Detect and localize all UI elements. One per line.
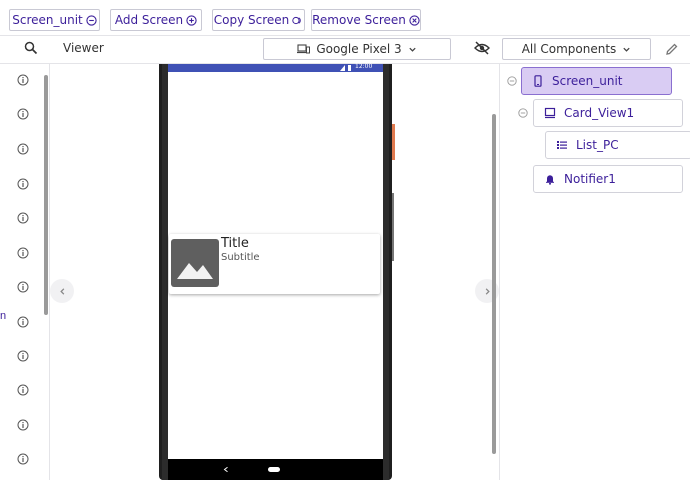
screen-select-label: Screen_unit	[12, 13, 83, 27]
tree-item-label: Screen_unit	[552, 74, 623, 88]
viewer-scrollbar[interactable]	[492, 114, 496, 454]
collapse-toggle-icon[interactable]	[507, 76, 517, 86]
search-icon[interactable]	[24, 41, 38, 55]
tree-item-list-pc[interactable]: List_PC	[545, 131, 690, 159]
status-time: 12:00	[355, 63, 373, 70]
tree-item-screen-unit[interactable]: Screen_unit	[521, 67, 672, 95]
palette-panel: n	[0, 64, 50, 480]
info-icon[interactable]	[17, 74, 29, 86]
palette-scrollbar[interactable]	[44, 75, 48, 315]
components-filter-label: All Components	[521, 42, 617, 56]
info-icon[interactable]	[17, 281, 29, 293]
tree-item-notifier[interactable]: Notifier1	[533, 165, 683, 193]
tree-item-label: Card_View1	[564, 106, 635, 120]
screen-select-button[interactable]: Screen_unit	[9, 9, 100, 31]
card-title: Title	[221, 236, 249, 251]
tree-item-card-view[interactable]: Card_View1	[533, 99, 683, 127]
visibility-off-icon[interactable]	[474, 40, 490, 56]
home-pill[interactable]	[268, 467, 280, 472]
info-icon[interactable]	[17, 212, 29, 224]
phone-power-button	[392, 124, 395, 160]
card-subtitle: Subtitle	[221, 252, 260, 263]
image-placeholder-icon	[177, 263, 213, 279]
info-icon[interactable]	[17, 247, 29, 259]
remove-screen-button[interactable]: Remove Screen	[311, 9, 421, 31]
remove-screen-label: Remove Screen	[312, 13, 406, 27]
remove-circle-icon	[409, 14, 420, 26]
card-image	[171, 239, 219, 287]
info-icon[interactable]	[17, 419, 29, 431]
tree-item-label: List_PC	[576, 138, 619, 152]
info-icon[interactable]	[17, 384, 29, 396]
copy-icon	[292, 16, 301, 24]
tree-item-label: Notifier1	[564, 172, 616, 186]
pencil-icon[interactable]	[665, 42, 679, 56]
info-icon[interactable]	[17, 143, 29, 155]
list-icon	[557, 141, 567, 149]
status-bar	[168, 64, 383, 72]
add-screen-label: Add Screen	[114, 13, 184, 27]
info-icon[interactable]	[17, 108, 29, 120]
bell-icon	[546, 175, 554, 185]
phone-volume-button	[392, 193, 394, 261]
chevron-right-icon	[485, 287, 490, 295]
palette-truncated-text: n	[0, 310, 7, 322]
copy-screen-label: Copy Screen	[213, 13, 290, 27]
chevron-left-icon	[59, 287, 64, 295]
info-icon[interactable]	[17, 350, 29, 362]
previous-arrow-button[interactable]	[50, 279, 74, 303]
info-icon[interactable]	[17, 453, 29, 465]
copy-screen-button[interactable]: Copy Screen	[212, 9, 305, 31]
collapse-toggle-icon[interactable]	[518, 108, 528, 118]
collapse-circle-icon	[86, 14, 97, 26]
viewer-title: Viewer	[63, 41, 104, 55]
info-icon[interactable]	[17, 178, 29, 190]
devices-icon	[297, 44, 311, 54]
add-circle-icon	[186, 14, 197, 26]
info-icon[interactable]	[17, 316, 29, 328]
navigation-bar	[168, 459, 383, 480]
phone-icon	[534, 75, 542, 87]
chevron-down-icon	[623, 47, 630, 52]
device-select-label: Google Pixel 3	[316, 42, 402, 56]
card-icon	[544, 107, 556, 119]
back-icon[interactable]	[223, 466, 229, 473]
add-screen-button[interactable]: Add Screen	[110, 9, 202, 31]
chevron-down-icon	[409, 47, 416, 52]
designer-toolbar: Screen_unit Add Screen Copy Screen Remov…	[0, 0, 690, 36]
components-filter-select[interactable]: All Components	[502, 38, 651, 60]
device-select[interactable]: Google Pixel 3	[263, 38, 451, 60]
